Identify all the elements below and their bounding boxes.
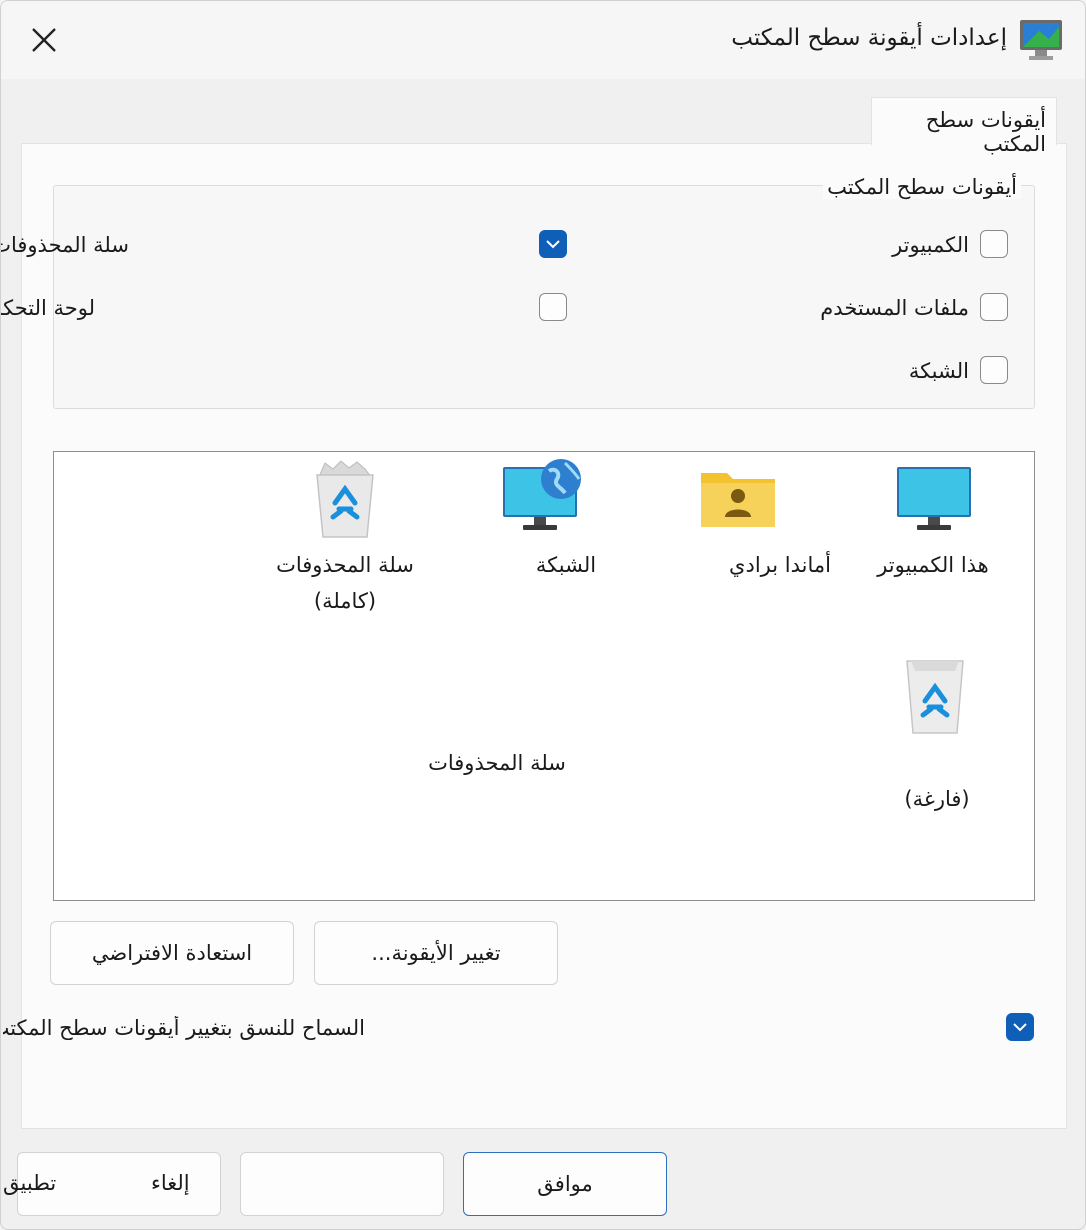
tab-desktop-icons[interactable]: أيقونات سطح المكتب (871, 97, 1057, 156)
cancel-button[interactable] (240, 1152, 444, 1216)
chevron-down-icon (1013, 1023, 1027, 1032)
icon-caption-network: الشبكة (535, 553, 597, 577)
monitor-icon[interactable] (895, 465, 973, 537)
checkbox-network-label: الشبكة (908, 359, 969, 383)
checkbox-computer-label: الكمبيوتر (892, 233, 969, 257)
checkbox-network[interactable] (980, 356, 1008, 384)
checkbox-recycle-bin[interactable] (539, 230, 567, 258)
change-icon-button[interactable]: تغيير الأيقونة... (314, 921, 558, 985)
icon-caption-empty: (فارغة) (904, 787, 970, 811)
checkbox-computer[interactable] (980, 230, 1008, 258)
icon-caption-recycle-empty: سلة المحذوفات (428, 751, 566, 775)
desktop-settings-icon (1017, 17, 1067, 63)
checkbox-user-files-label: ملفات المستخدم (820, 296, 969, 320)
recycle-bin-full-icon[interactable] (311, 459, 379, 543)
cancel-button-label: إلغاء (151, 1171, 190, 1195)
restore-default-button[interactable]: استعادة الافتراضي (50, 921, 294, 985)
group-legend: أيقونات سطح المكتب (823, 175, 1021, 199)
icon-caption-recycle-full-2: (كاملة) (313, 589, 377, 613)
title-bar: إعدادات أيقونة سطح المكتب (1, 1, 1085, 79)
checkbox-user-files[interactable] (980, 293, 1008, 321)
network-globe-icon[interactable] (501, 457, 585, 537)
allow-themes-label: السماح للنسق بتغيير أيقونات سطح المكتب (3, 1016, 365, 1040)
checkbox-recycle-bin-label: سلة المحذوفات (0, 233, 129, 257)
checkbox-control-panel-label: لوحة التحكم (1, 296, 95, 320)
ok-button[interactable]: موافق (463, 1152, 667, 1216)
icon-caption-this-pc: هذا الكمبيوتر (877, 553, 989, 577)
checkbox-control-panel[interactable] (539, 293, 567, 321)
apply-button-label: تطبيق (3, 1171, 57, 1195)
user-folder-icon[interactable] (699, 465, 777, 533)
checkbox-allow-themes[interactable] (1006, 1013, 1034, 1041)
icon-caption-user: أماندا برادي (729, 553, 831, 577)
dialog-window: إعدادات أيقونة سطح المكتب أيقونات سطح ال… (0, 0, 1086, 1230)
close-icon[interactable] (27, 23, 61, 57)
recycle-bin-empty-icon[interactable] (901, 657, 969, 739)
window-title: إعدادات أيقونة سطح المكتب (731, 25, 1007, 51)
icon-caption-recycle-full-1: سلة المحذوفات (276, 553, 414, 577)
chevron-down-icon (546, 240, 560, 249)
